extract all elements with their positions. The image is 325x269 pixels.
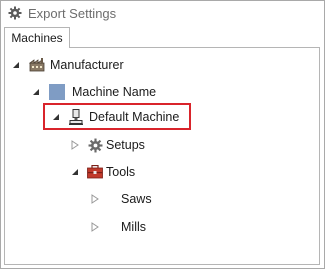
machine-icon [68,109,84,125]
collapsed-arrow-icon[interactable] [70,140,80,150]
expanded-arrow-icon[interactable] [70,167,80,177]
toolbox-icon [87,164,103,180]
export-settings-window: Export Settings Machines Manufacturer Ma… [0,0,325,269]
tree-node-tools[interactable]: Tools [70,161,135,183]
blue-square-icon [49,84,65,100]
tree-label-manufacturer: Manufacturer [50,58,124,72]
tree-label-machine-name: Machine Name [72,85,157,99]
factory-icon [29,57,45,73]
expanded-arrow-icon[interactable] [11,60,21,70]
tree-node-default-machine[interactable]: Default Machine [51,106,179,128]
collapsed-arrow-icon[interactable] [90,194,100,204]
tab-machines[interactable]: Machines [4,27,70,48]
tree-node-mills[interactable]: Mills [90,216,146,238]
expanded-arrow-icon[interactable] [51,112,61,122]
tree-node-manufacturer[interactable]: Manufacturer [11,54,124,76]
tree-label-setups: Setups [106,138,145,152]
tree-label-default-machine: Default Machine [89,110,180,124]
tree-label-tools: Tools [106,165,136,179]
tab-strip: Machines [1,25,324,48]
collapsed-arrow-icon[interactable] [90,222,100,232]
tree-node-saws[interactable]: Saws [90,188,152,210]
tree-label-saws: Saws [121,192,152,206]
window-title: Export Settings [28,5,117,21]
gear-icon [7,6,22,21]
tree-node-machine-name[interactable]: Machine Name [31,81,156,103]
gear-icon [87,137,103,153]
tree-node-setups[interactable]: Setups [70,134,145,156]
machines-tab-panel [4,47,320,265]
expanded-arrow-icon[interactable] [31,87,41,97]
tree-label-mills: Mills [121,220,146,234]
title-bar: Export Settings [1,1,324,25]
